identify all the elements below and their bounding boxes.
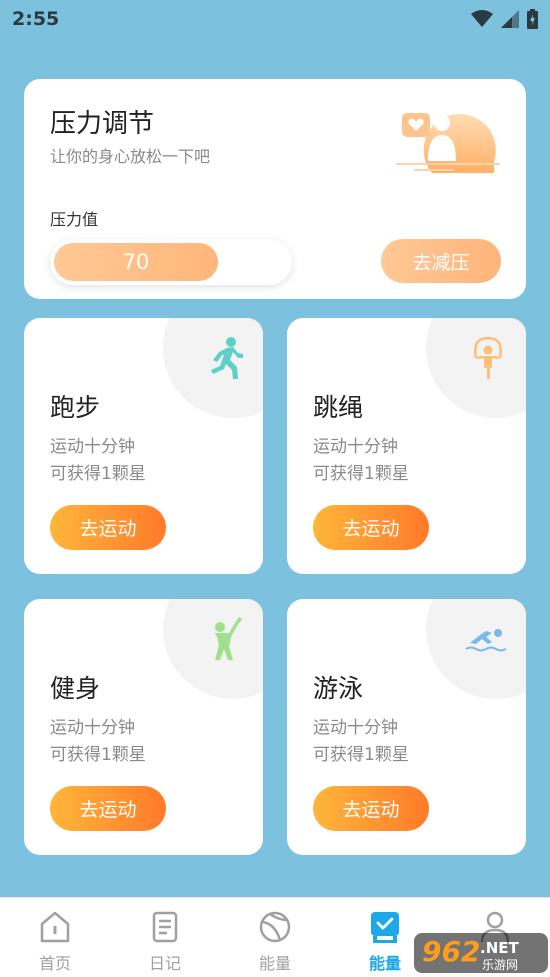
svg-text:.NET: .NET — [480, 939, 519, 957]
jump-rope-icon — [474, 336, 502, 379]
nav-label: 日记 — [148, 954, 181, 973]
exercise-name: 跳绳 — [313, 393, 364, 422]
nav-item-home[interactable]: 首页 — [0, 898, 110, 977]
nav-label: 能量 — [368, 954, 401, 973]
nav-label: 首页 — [38, 954, 71, 973]
diary-icon — [152, 911, 178, 943]
running-icon — [211, 337, 243, 379]
stress-slider[interactable]: 70 — [50, 239, 292, 285]
exercise-reward: 可获得1颗星 — [50, 464, 146, 484]
stress-subtitle: 让你的身心放松一下吧 — [50, 147, 211, 166]
ball-icon — [259, 911, 291, 943]
watermark-logo: 962 .NET 乐游网 — [414, 933, 548, 973]
nav-item-energy-ball[interactable]: 能量 — [220, 898, 330, 977]
exercise-reward: 可获得1颗星 — [313, 464, 409, 484]
stress-title: 压力调节 — [50, 109, 155, 139]
exercise-card-running: 跑步 运动十分钟 可获得1颗星 去运动 — [24, 318, 263, 574]
status-time: 2:55 — [12, 8, 60, 30]
exercise-desc: 运动十分钟 — [50, 718, 135, 738]
exercise-reward: 可获得1颗星 — [313, 745, 409, 765]
signal-icon — [501, 10, 519, 28]
battery-icon — [527, 9, 538, 29]
go-exercise-button[interactable]: 去运动 — [313, 786, 429, 831]
home-icon — [40, 911, 70, 943]
exercise-desc: 运动十分钟 — [50, 437, 135, 457]
go-exercise-button[interactable]: 去运动 — [313, 505, 429, 550]
exercise-card-swimming: 游泳 运动十分钟 可获得1颗星 去运动 — [287, 599, 526, 855]
stress-card: 压力调节 让你的身心放松一下吧 压力值 70 去减压 — [24, 79, 526, 299]
exercise-name: 游泳 — [313, 674, 364, 703]
exercise-desc: 运动十分钟 — [313, 437, 398, 457]
status-bar: 2:55 — [0, 0, 550, 38]
go-exercise-button[interactable]: 去运动 — [50, 505, 166, 550]
wifi-icon — [471, 10, 493, 27]
nav-item-diary[interactable]: 日记 — [110, 898, 220, 977]
go-exercise-button[interactable]: 去运动 — [50, 786, 166, 831]
status-icons — [471, 9, 538, 29]
svg-text:962: 962 — [422, 935, 480, 968]
fitness-icon — [215, 617, 242, 660]
exercise-card-fitness: 健身 运动十分钟 可获得1颗星 去运动 — [24, 599, 263, 855]
exercise-name: 健身 — [50, 674, 101, 703]
nav-label: 能量 — [258, 954, 291, 973]
relieve-stress-button[interactable]: 去减压 — [381, 239, 501, 283]
stress-label: 压力值 — [50, 210, 99, 229]
swimming-icon — [465, 629, 507, 652]
svg-text:乐游网: 乐游网 — [482, 958, 518, 972]
exercise-card-jump-rope: 跳绳 运动十分钟 可获得1颗星 去运动 — [287, 318, 526, 574]
exercise-reward: 可获得1颗星 — [50, 745, 146, 765]
meditation-illustration-icon — [396, 113, 500, 173]
exercise-name: 跑步 — [50, 393, 101, 422]
exercise-desc: 运动十分钟 — [313, 718, 398, 738]
stress-value: 70 — [54, 243, 218, 281]
energy-icon — [371, 912, 399, 943]
